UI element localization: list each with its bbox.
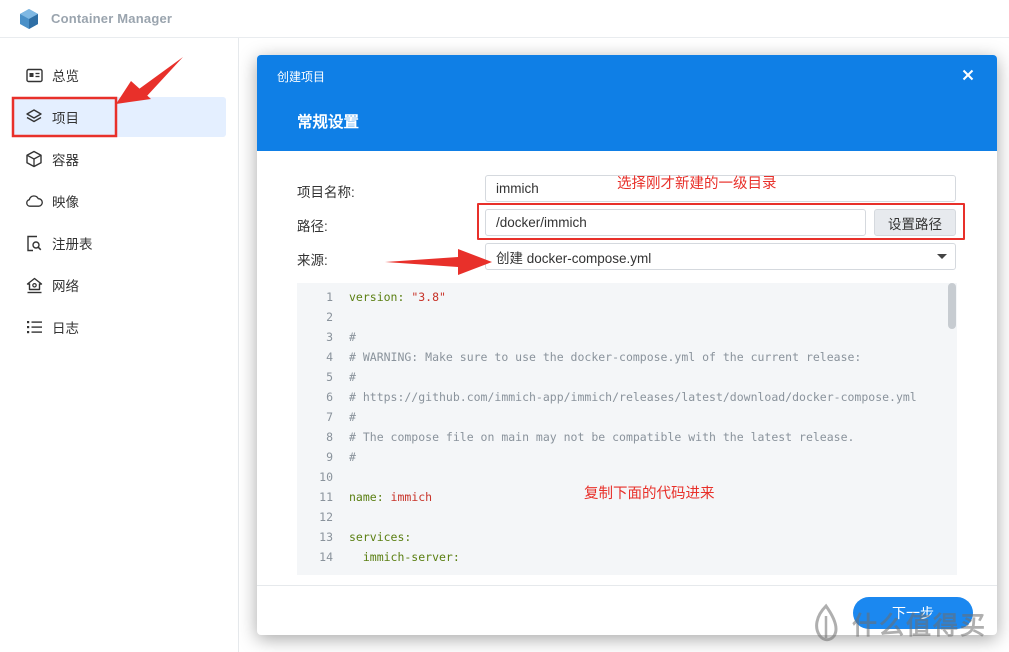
sidebar-item-images[interactable]: 映像 xyxy=(12,181,226,221)
close-icon[interactable] xyxy=(957,64,979,86)
code-text: version: "3.8" xyxy=(349,287,446,307)
code-token: immich-server: xyxy=(349,550,460,564)
path-input[interactable] xyxy=(485,209,866,236)
code-token: version: xyxy=(349,290,412,304)
code-line: 8 # The compose file on main may not be c… xyxy=(297,427,957,447)
code-token: # WARNING: Make sure to use the docker-c… xyxy=(349,350,862,364)
app-title: Container Manager xyxy=(51,11,173,26)
project-name-label: 项目名称: xyxy=(297,185,355,200)
sidebar-item-logs[interactable]: 日志 xyxy=(12,307,226,347)
line-number: 4 xyxy=(326,350,333,364)
line-number: 7 xyxy=(326,410,333,424)
code-line: 5 # xyxy=(297,367,957,387)
code-token: # xyxy=(349,450,356,464)
annotation-code-note: 复制下面的代码进来 xyxy=(584,486,715,502)
code-text: # xyxy=(349,367,356,387)
sidebar-item-label: 日志 xyxy=(52,321,79,336)
sidebar-item-label: 映像 xyxy=(52,195,79,210)
code-line: 12 xyxy=(297,507,957,527)
code-token: "3.8" xyxy=(411,290,446,304)
code-line: 3 # xyxy=(297,327,957,347)
registry-search-icon xyxy=(25,234,43,252)
code-line: 13 services: xyxy=(297,527,957,547)
overview-icon xyxy=(25,66,43,84)
set-path-button[interactable]: 设置路径 xyxy=(874,209,956,236)
code-token: # https://github.com/immich-app/immich/r… xyxy=(349,390,917,404)
list-icon xyxy=(25,318,43,336)
sidebar-item-label: 注册表 xyxy=(52,237,93,252)
line-number: 11 xyxy=(319,490,333,504)
code-text: immich-server: xyxy=(349,547,460,567)
sidebar-item-network[interactable]: 网络 xyxy=(12,265,226,305)
code-token: # The compose file on main may not be co… xyxy=(349,430,855,444)
sidebar-item-registry[interactable]: 注册表 xyxy=(12,223,226,263)
sidebar-item-projects[interactable]: 项目 xyxy=(12,97,226,137)
path-label: 路径: xyxy=(297,219,328,234)
line-number: 14 xyxy=(319,550,333,564)
container-manager-logo-icon xyxy=(20,8,38,29)
line-number: 3 xyxy=(326,330,333,344)
next-button[interactable]: 下一步 xyxy=(853,597,973,629)
line-number: 9 xyxy=(326,450,333,464)
line-number: 12 xyxy=(319,510,333,524)
sidebar: 总览 项目 容器 映像 注册表 网络 日志 xyxy=(0,38,239,652)
code-token: # xyxy=(349,370,356,384)
sidebar-item-label: 网络 xyxy=(52,279,79,294)
editor-scrollbar[interactable] xyxy=(948,283,956,329)
sidebar-item-label: 总览 xyxy=(52,69,79,84)
code-text: # https://github.com/immich-app/immich/r… xyxy=(349,387,917,407)
compose-code-editor[interactable]: 1 version: "3.8" 2 3 #4 # WARNING: Make sure … xyxy=(297,283,957,575)
annotation-path-note: 选择刚才新建的一级目录 xyxy=(617,176,777,192)
line-number: 2 xyxy=(326,310,333,324)
code-text: # xyxy=(349,327,356,347)
sidebar-item-label: 项目 xyxy=(52,111,79,126)
create-project-dialog: 创建项目 常规设置 项目名称: 路径: 设置路径 来源: 创建 docker-c… xyxy=(257,55,997,635)
code-text: name: immich xyxy=(349,487,432,507)
source-label: 来源: xyxy=(297,253,328,268)
code-line: 6 # https://github.com/immich-app/immich/… xyxy=(297,387,957,407)
line-number: 1 xyxy=(326,290,333,304)
code-token: services: xyxy=(349,530,412,544)
cube-icon xyxy=(25,150,43,168)
network-icon xyxy=(25,276,43,294)
line-number: 6 xyxy=(326,390,333,404)
source-select-value: 创建 docker-compose.yml xyxy=(496,250,652,266)
code-token: # xyxy=(349,330,356,344)
dialog-subtitle: 常规设置 xyxy=(297,114,360,131)
code-line: 4 # WARNING: Make sure to use the docker-… xyxy=(297,347,957,367)
code-text: # The compose file on main may not be co… xyxy=(349,427,854,447)
chevron-down-icon xyxy=(937,254,947,259)
dialog-footer-divider xyxy=(257,585,997,586)
dialog-header: 创建项目 常规设置 xyxy=(257,55,997,151)
app-titlebar: Container Manager xyxy=(0,0,1009,38)
dialog-title: 创建项目 xyxy=(277,70,326,84)
code-line: 2 xyxy=(297,307,957,327)
code-line: 7 # xyxy=(297,407,957,427)
code-text: # xyxy=(349,447,356,467)
line-number: 8 xyxy=(326,430,333,444)
sidebar-item-label: 容器 xyxy=(52,153,79,168)
sidebar-item-containers[interactable]: 容器 xyxy=(12,139,226,179)
code-token: # xyxy=(349,410,356,424)
code-line: 1 version: "3.8" xyxy=(297,287,957,307)
layers-icon xyxy=(25,108,43,126)
line-number: 13 xyxy=(319,530,333,544)
code-line: 14 immich-server: xyxy=(297,547,957,567)
cloud-icon xyxy=(25,192,43,210)
source-select[interactable]: 创建 docker-compose.yml xyxy=(485,243,956,270)
code-token: immich xyxy=(390,490,433,504)
line-number: 10 xyxy=(319,470,333,484)
code-line: 9 # xyxy=(297,447,957,467)
code-text: # WARNING: Make sure to use the docker-c… xyxy=(349,347,861,367)
code-text: services: xyxy=(349,527,411,547)
code-text: # xyxy=(349,407,356,427)
sidebar-item-overview[interactable]: 总览 xyxy=(12,55,226,95)
code-token: name: xyxy=(349,490,391,504)
line-number: 5 xyxy=(326,370,333,384)
